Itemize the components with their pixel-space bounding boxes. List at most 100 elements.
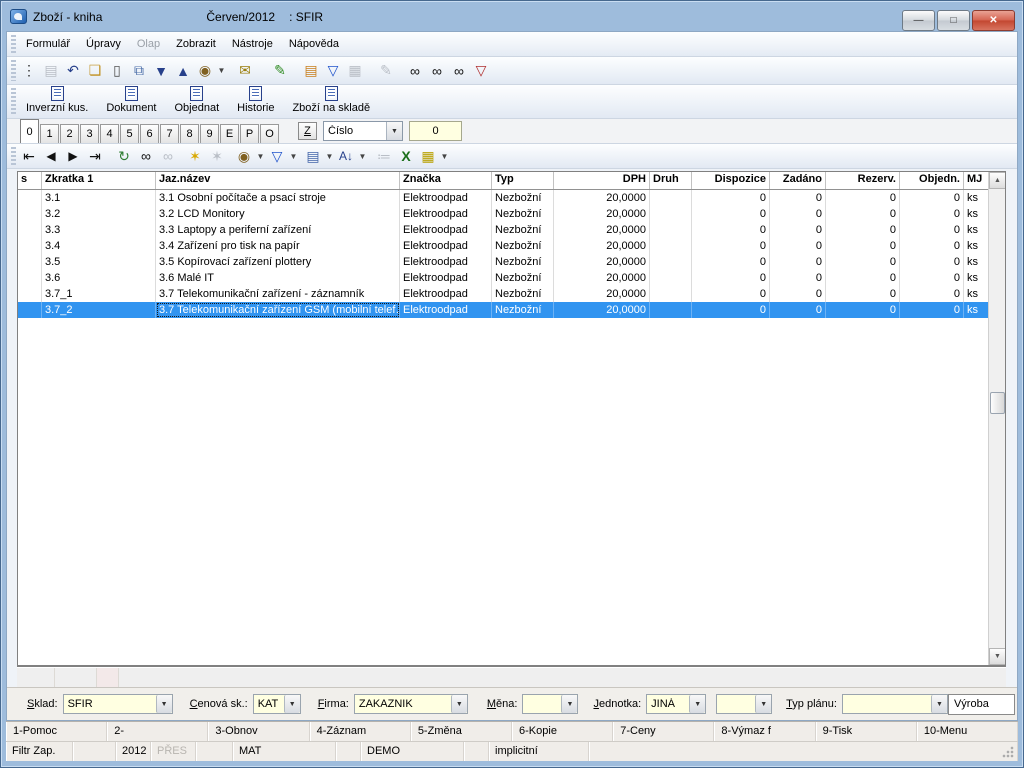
chevron-down-icon[interactable]: ▼ — [689, 695, 705, 713]
function-key-8-v-maz-f[interactable]: 8-Výmaz f — [714, 722, 815, 741]
restore-button[interactable]: □ — [937, 10, 970, 31]
function-key-7-ceny[interactable]: 7-Ceny — [613, 722, 714, 741]
move-down-icon[interactable]: ▼ — [151, 61, 171, 81]
function-key-2[interactable]: 2- — [107, 722, 208, 741]
save-icon[interactable]: ▤ — [41, 61, 61, 81]
tab-8[interactable]: 8 — [180, 124, 199, 143]
save-as-icon[interactable]: ▦ — [345, 61, 365, 81]
menu-item-n-stroje[interactable]: Nástroje — [224, 35, 281, 53]
menu-item-zobrazit[interactable]: Zobrazit — [168, 35, 224, 53]
scroll-up-icon[interactable]: ▲ — [989, 172, 1006, 189]
function-key-3-obnov[interactable]: 3-Obnov — [208, 722, 309, 741]
find-next-icon[interactable]: ∞ — [158, 146, 178, 166]
column-header-dispozice[interactable]: Dispozice — [692, 172, 770, 189]
column-header-zna-ka[interactable]: Značka — [400, 172, 492, 189]
filter-icon[interactable]: ▽ — [323, 61, 343, 81]
tab-e[interactable]: E — [220, 124, 239, 143]
filter-icon-dropdown[interactable]: ▼ — [288, 152, 299, 161]
table-row[interactable]: 3.7_23.7 Telekomunikační zařízení GSM (m… — [18, 302, 1005, 318]
toolbar-grip[interactable] — [11, 35, 16, 53]
remove-bookmark-icon[interactable]: ✶ — [207, 146, 227, 166]
excel-export-icon[interactable]: X — [396, 146, 416, 166]
find-icon[interactable]: ∞ — [405, 61, 425, 81]
tab-3[interactable]: 3 — [80, 124, 99, 143]
snapshot-icon[interactable]: ◉ — [234, 146, 254, 166]
filter-records-icon[interactable]: ▽ — [471, 61, 491, 81]
action-button-zbo-na-sklad[interactable]: Zboží na skladě — [284, 85, 378, 114]
snapshot-icon-dropdown[interactable]: ▼ — [216, 66, 227, 75]
sort-az-icon[interactable]: A↓ — [336, 146, 356, 166]
table-row[interactable]: 3.23.2 LCD MonitoryElektroodpadNezbožní2… — [18, 206, 1005, 222]
column-header-objedn[interactable]: Objedn. — [900, 172, 964, 189]
last-record-icon[interactable]: ⇥ — [85, 146, 105, 166]
filter-combo-firma[interactable]: ZAKAZNIK▼ — [354, 694, 468, 714]
tab-o[interactable]: O — [260, 124, 279, 143]
function-key-6-kopie[interactable]: 6-Kopie — [512, 722, 613, 741]
tab-p[interactable]: P — [240, 124, 259, 143]
menu-item-n-pov-da[interactable]: Nápověda — [281, 35, 347, 53]
filter-combo-extra[interactable]: ▼ — [716, 694, 772, 714]
next-record-icon[interactable]: ▶ — [63, 146, 83, 166]
move-up-icon[interactable]: ▲ — [173, 61, 193, 81]
table-row[interactable]: 3.33.3 Laptopy a periferní zařízeníElekt… — [18, 222, 1005, 238]
new-document-icon[interactable]: ▯ — [107, 61, 127, 81]
form-settings-icon[interactable]: ▤ — [303, 146, 323, 166]
filter-combo-typ-pl-nu[interactable]: ▼ — [842, 694, 948, 714]
action-button-dokument[interactable]: Dokument — [98, 85, 164, 114]
copy-icon[interactable]: ⧉ — [129, 61, 149, 81]
toolbar-grip[interactable] — [11, 88, 16, 115]
open-folder-icon[interactable]: ❏ — [85, 61, 105, 81]
refresh-icon[interactable]: ↻ — [114, 146, 134, 166]
z-button[interactable]: Z — [298, 122, 317, 140]
column-header-jaz-n-zev[interactable]: Jaz.název — [156, 172, 400, 189]
grid-settings-icon[interactable]: ▦ — [418, 146, 438, 166]
grid-settings-icon-dropdown[interactable]: ▼ — [439, 152, 450, 161]
action-button-inverzn-kus[interactable]: Inverzní kus. — [18, 85, 96, 114]
scroll-down-icon[interactable]: ▼ — [989, 648, 1006, 665]
column-header-druh[interactable]: Druh — [650, 172, 692, 189]
chevron-down-icon[interactable]: ▼ — [931, 695, 947, 713]
field-selector-combo[interactable]: Číslo ▼ — [323, 121, 403, 141]
table-row[interactable]: 3.13.1 Osobní počítače a psací strojeEle… — [18, 190, 1005, 206]
function-key-1-pomoc[interactable]: 1-Pomoc — [6, 722, 107, 741]
record-structure-icon[interactable]: ⋮ — [19, 61, 39, 81]
catalog-book-icon[interactable]: ▤ — [301, 61, 321, 81]
table-row[interactable]: 3.53.5 Kopírovací zařízení plotteryElekt… — [18, 254, 1005, 270]
filter-combo-cenov-sk[interactable]: KAT▼ — [253, 694, 301, 714]
tab-2[interactable]: 2 — [60, 124, 79, 143]
function-key-10-menu[interactable]: 10-Menu — [917, 722, 1018, 741]
tab-1[interactable]: 1 — [40, 124, 59, 143]
tab-7[interactable]: 7 — [160, 124, 179, 143]
function-key-4-z-znam[interactable]: 4-Záznam — [310, 722, 411, 741]
first-record-icon[interactable]: ⇤ — [19, 146, 39, 166]
filter-combo-sklad[interactable]: SFIR▼ — [63, 694, 173, 714]
toolbar-grip[interactable] — [11, 60, 16, 81]
vertical-scrollbar[interactable]: ▲ ▼ — [988, 172, 1005, 665]
column-header-zad-no[interactable]: Zadáno — [770, 172, 826, 189]
scroll-thumb[interactable] — [990, 392, 1005, 414]
filter-icon[interactable]: ▽ — [267, 146, 287, 166]
table-row[interactable]: 3.43.4 Zařízení pro tisk na papírElektro… — [18, 238, 1005, 254]
mail-icon[interactable]: ✉ — [235, 61, 255, 81]
menu-item-formul[interactable]: Formulář — [18, 35, 78, 53]
chevron-down-icon[interactable]: ▼ — [561, 695, 577, 713]
menu-item-olap[interactable]: Olap — [129, 35, 168, 53]
column-header-zkratka-1[interactable]: Zkratka 1 — [42, 172, 156, 189]
add-bookmark-icon[interactable]: ✶ — [185, 146, 205, 166]
table-row[interactable]: 3.63.6 Malé ITElektroodpadNezbožní20,000… — [18, 270, 1005, 286]
resize-grip[interactable] — [1002, 746, 1014, 758]
prev-record-icon[interactable]: ◀ — [41, 146, 61, 166]
column-header-s[interactable]: s — [18, 172, 42, 189]
chevron-down-icon[interactable]: ▼ — [156, 695, 172, 713]
find-up-icon[interactable]: ∞ — [449, 61, 469, 81]
form-settings-icon-dropdown[interactable]: ▼ — [324, 152, 335, 161]
table-row[interactable]: 3.7_13.7 Telekomunikační zařízení - zázn… — [18, 286, 1005, 302]
chevron-down-icon[interactable]: ▼ — [284, 695, 300, 713]
tab-6[interactable]: 6 — [140, 124, 159, 143]
minimize-button[interactable]: — — [902, 10, 935, 31]
filter-combo-jednotka[interactable]: JINÁ▼ — [646, 694, 706, 714]
chevron-down-icon[interactable]: ▼ — [755, 695, 771, 713]
snapshot-icon[interactable]: ◉ — [195, 61, 215, 81]
column-header-rezerv[interactable]: Rezerv. — [826, 172, 900, 189]
tab-0[interactable]: 0 — [20, 119, 39, 143]
